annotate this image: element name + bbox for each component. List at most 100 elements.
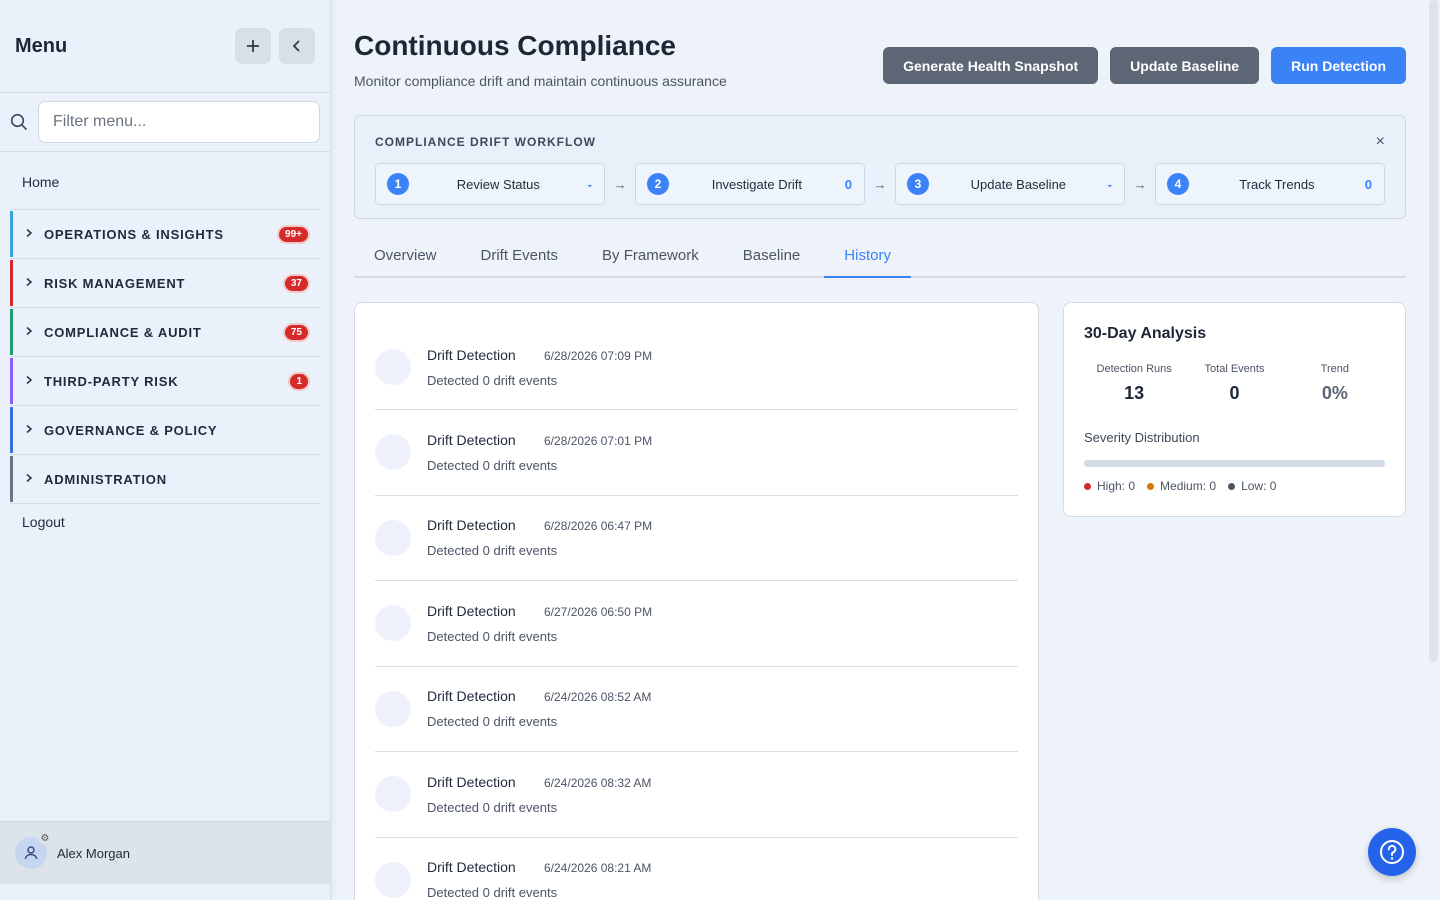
event-title: Drift Detection [427,431,516,448]
list-item[interactable]: Drift Detection 6/24/2026 08:21 AM Detect… [375,838,1018,900]
step-label: Track Trends [1239,176,1315,192]
section-label: GOVERNANCE & POLICY [44,422,218,438]
section-accent [10,260,13,306]
list-item[interactable]: Drift Detection 6/28/2026 07:09 PM Detect… [375,303,1018,410]
generate-health-snapshot-button[interactable]: Generate Health Snapshot [883,47,1099,84]
event-icon [375,605,411,642]
analysis-card: 30-Day Analysis Detection Runs 13 Total … [1063,302,1406,517]
step-count: - [1107,176,1112,192]
gear-icon: ⚙ [39,833,51,845]
sidebar-section-governance[interactable]: GOVERNANCE & POLICY [10,405,320,454]
tab-overview[interactable]: Overview [354,236,457,278]
page-subtitle: Monitor compliance drift and maintain co… [354,73,727,89]
section-accent [10,456,13,502]
stat-value: 0% [1321,383,1348,403]
workflow-steps: 1 Review Status - → 2 Investigate Drift … [375,163,1385,205]
step-number: 2 [647,173,669,195]
section-label: RISK MANAGEMENT [44,275,186,291]
event-icon [375,519,411,556]
workflow-step-review-status[interactable]: 1 Review Status - [375,163,605,205]
event-icon [375,690,411,727]
sidebar-section-compliance[interactable]: COMPLIANCE & AUDIT 75 [10,307,320,356]
event-description: Detected 0 drift events [427,714,558,730]
event-time: 6/28/2026 06:47 PM [544,519,653,534]
user-profile[interactable]: ⚙ Alex Morgan [0,821,330,884]
tab-baseline[interactable]: Baseline [723,236,821,278]
severity-legend: High: 0 Medium: 0 Low: 0 [1084,479,1385,493]
event-description: Detected 0 drift events [427,372,558,388]
stat-trend: Trend 0% [1285,363,1385,404]
list-item[interactable]: Drift Detection 6/27/2026 06:50 PM Detect… [375,581,1018,667]
sidebar-section-third-party[interactable]: THIRD-PARTY RISK 1 [10,356,320,405]
severity-label: Severity Distribution [1084,430,1200,445]
logout-link[interactable]: Logout [10,503,320,540]
workflow-step-investigate-drift[interactable]: 2 Investigate Drift 0 [635,163,865,205]
workflow-step-track-trends[interactable]: 4 Track Trends 0 [1155,163,1385,205]
event-title: Drift Detection [427,602,516,619]
step-label: Review Status [456,176,540,192]
step-number: 1 [387,173,409,195]
event-icon [375,434,411,471]
chevron-right-icon [24,423,44,437]
tab-history[interactable]: History [824,236,911,278]
collapse-sidebar-button[interactable] [279,28,315,64]
user-name: Alex Morgan [57,845,130,861]
page-scrollbar[interactable] [1429,0,1438,662]
step-count: 0 [844,176,852,192]
event-description: Detected 0 drift events [427,628,558,644]
workflow-title: COMPLIANCE DRIFT WORKFLOW [375,135,596,149]
step-count: - [587,176,592,192]
section-accent [10,358,13,404]
analysis-stats: Detection Runs 13 Total Events 0 Trend 0… [1084,363,1385,404]
section-label: THIRD-PARTY RISK [44,373,179,389]
update-baseline-button[interactable]: Update Baseline [1110,47,1260,84]
sidebar: Menu Home OPERATIONS & INSIGHTS 99+ RISK… [0,0,331,900]
event-title: Drift Detection [427,773,516,790]
chevron-right-icon [24,227,44,241]
section-accent [10,407,13,453]
sidebar-item-home[interactable]: Home [0,152,330,209]
plus-icon [247,40,259,52]
tab-drift-events[interactable]: Drift Events [461,236,579,278]
tab-bar: Overview Drift Events By Framework Basel… [354,236,1406,278]
list-item[interactable]: Drift Detection 6/24/2026 08:32 AM Detect… [375,752,1018,838]
sidebar-section-risk[interactable]: RISK MANAGEMENT 37 [10,258,320,307]
event-time: 6/28/2026 07:01 PM [544,433,653,448]
chevron-right-icon [24,325,44,339]
search-icon [10,113,38,131]
add-menu-button[interactable] [235,28,271,64]
sidebar-search [0,93,330,152]
count-badge: 75 [284,324,308,340]
sidebar-section-operations[interactable]: OPERATIONS & INSIGHTS 99+ [10,209,320,258]
stat-label: Detection Runs [1096,363,1172,375]
user-icon [24,846,38,860]
section-accent [10,211,13,257]
list-item[interactable]: Drift Detection 6/28/2026 06:47 PM Detect… [375,496,1018,581]
workflow-panel: COMPLIANCE DRIFT WORKFLOW × 1 Review Sta… [354,115,1406,219]
stat-value: 13 [1124,383,1145,403]
legend-high: High: 0 [1084,479,1135,493]
stat-total-events: Total Events 0 [1184,363,1284,404]
list-item[interactable]: Drift Detection 6/24/2026 08:52 AM Detect… [375,667,1018,752]
sidebar-title: Menu [15,34,68,57]
section-accent [10,309,13,355]
count-badge: 37 [284,275,308,291]
workflow-step-update-baseline[interactable]: 3 Update Baseline - [895,163,1125,205]
arrow-right-icon: → [613,176,627,192]
avatar: ⚙ [15,833,51,869]
count-badge: 1 [290,373,308,389]
tab-by-framework[interactable]: By Framework [582,236,719,278]
event-time: 6/27/2026 06:50 PM [544,604,653,619]
filter-menu-input[interactable] [38,101,320,143]
event-icon [375,861,411,898]
list-item[interactable]: Drift Detection 6/28/2026 07:01 PM Detect… [375,410,1018,496]
event-description: Detected 0 drift events [427,885,558,900]
event-time: 6/24/2026 08:52 AM [544,690,652,705]
close-icon[interactable]: × [1376,133,1385,151]
main-content: Continuous Compliance Monitor compliance… [331,0,1440,900]
chevron-right-icon [24,276,44,290]
sidebar-section-administration[interactable]: ADMINISTRATION [10,454,320,503]
severity-bar [1084,460,1385,467]
help-button[interactable] [1368,828,1416,876]
run-detection-button[interactable]: Run Detection [1271,47,1406,84]
